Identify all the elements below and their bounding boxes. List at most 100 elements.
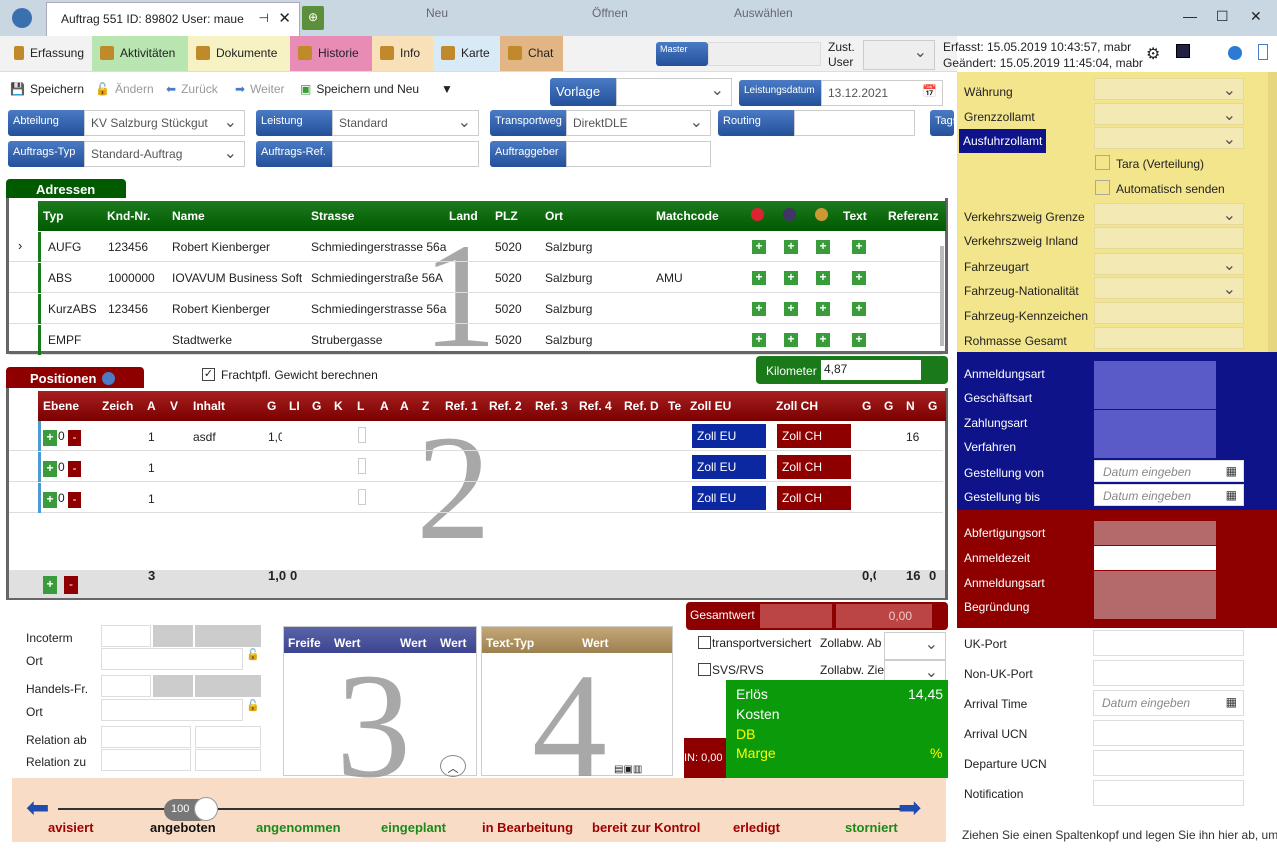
adressen-col-9[interactable]: Referenz (888, 209, 939, 223)
adressen-scrollbar[interactable] (940, 246, 944, 346)
status-step-1[interactable]: angeboten (150, 820, 216, 835)
zoll-eu-select[interactable]: Zoll EU (692, 486, 766, 510)
transportweg-select[interactable]: DirektDLE (566, 110, 711, 136)
adressen-col-3[interactable]: Strasse (311, 209, 354, 223)
add-sub-position-button[interactable]: + (43, 492, 57, 508)
positionen-col-8[interactable]: K (334, 399, 355, 413)
positionen-col-11[interactable]: A (400, 399, 420, 413)
tara-checkbox[interactable] (1095, 155, 1110, 170)
transportversichert-checkbox[interactable] (698, 636, 711, 649)
positionen-col-14[interactable]: Ref. 2 (489, 399, 533, 413)
status-step-4[interactable]: in Bearbeitung (482, 820, 573, 835)
positionen-col-24[interactable]: G (928, 399, 958, 413)
remove-row-button[interactable]: - (68, 492, 81, 508)
adressen-col-7[interactable]: Matchcode (656, 209, 719, 223)
status-step-5[interactable]: bereit zur Kontrol (592, 820, 700, 835)
adressen-col-8[interactable]: Text (843, 209, 867, 223)
status-step-7[interactable]: storniert (845, 820, 898, 835)
top-tab-oeffnen[interactable]: Öffnen (592, 6, 628, 20)
ort-field-1[interactable] (101, 648, 243, 670)
positionen-col-10[interactable]: A (380, 399, 398, 413)
add-detail-button[interactable]: + (852, 333, 866, 347)
add-sub-position-button[interactable]: + (43, 430, 57, 446)
add-detail-button[interactable]: + (784, 333, 798, 347)
kilometer-field[interactable]: 4,87 (821, 360, 921, 380)
add-detail-button[interactable]: + (852, 302, 866, 316)
auto-send-checkbox[interactable] (1095, 180, 1110, 195)
ort-lock-icon-2[interactable]: 🔓 (246, 699, 260, 712)
add-detail-button[interactable]: + (852, 240, 866, 254)
positionen-col-17[interactable]: Ref. D (624, 399, 666, 413)
save-new-button[interactable]: ▣ Speichern und Neu (300, 82, 419, 96)
adressen-col-0[interactable]: Typ (43, 209, 63, 223)
next-button[interactable]: ➡ Weiter (235, 82, 285, 96)
adressen-col-6[interactable]: Ort (545, 209, 563, 223)
add-detail-button[interactable]: + (752, 302, 766, 316)
gear-icon[interactable]: ⚙ (1146, 44, 1160, 64)
zoll-eu-select[interactable]: Zoll EU (692, 424, 766, 448)
nav-tab-6[interactable]: Chat (500, 36, 563, 71)
zollabw-ab-select[interactable] (884, 632, 946, 660)
right-date-field-4[interactable]: Datum eingeben ▦ (1094, 460, 1244, 482)
gesamtwert-currency[interactable] (760, 604, 832, 628)
tags-label[interactable]: Tags (930, 110, 958, 136)
texttyp-icons[interactable]: ▤▣▥ (614, 764, 642, 775)
positionen-col-20[interactable]: Zoll CH (776, 399, 860, 413)
positionen-col-1[interactable]: Zeich (102, 399, 145, 413)
window-close-icon[interactable]: ✕ (1250, 8, 1262, 25)
leistung-select[interactable]: Standard (332, 110, 479, 136)
right-blue-field-2[interactable] (1094, 410, 1216, 434)
routing-field[interactable] (794, 110, 915, 136)
positionen-col-5[interactable]: G (267, 399, 287, 413)
new-tab-button[interactable]: ⊕ (302, 6, 324, 30)
remove-row-button[interactable]: - (68, 430, 81, 446)
zust-user-select[interactable] (863, 40, 935, 70)
nav-tab-1[interactable]: Aktivitäten (92, 36, 188, 71)
right-yellow-field-3[interactable] (1094, 203, 1244, 225)
right-white-field-3[interactable] (1093, 720, 1244, 746)
auftragstyp-select[interactable]: Standard-Auftrag (84, 141, 245, 167)
positionen-col-3[interactable]: V (170, 399, 191, 413)
add-sub-position-button[interactable]: + (43, 461, 57, 477)
position-checkbox[interactable] (358, 458, 366, 474)
right-white-field-5[interactable] (1093, 780, 1244, 806)
nav-tab-0[interactable]: Erfassung (6, 36, 92, 71)
incoterm-field-1[interactable] (101, 625, 151, 647)
positionen-col-4[interactable]: Inhalt (193, 399, 265, 413)
add-detail-button[interactable]: + (784, 302, 798, 316)
positionen-col-12[interactable]: Z (422, 399, 443, 413)
right-red-field-2[interactable] (1094, 571, 1216, 595)
ort-field-2[interactable] (101, 699, 243, 721)
positionen-col-19[interactable]: Zoll EU (690, 399, 774, 413)
right-blue-field-1[interactable] (1094, 385, 1216, 409)
right-yellow-field-5[interactable] (1094, 253, 1244, 275)
scroll-up-button[interactable]: ︿ (440, 755, 466, 777)
relation-zu-field-1[interactable] (101, 749, 191, 771)
table-row[interactable] (9, 325, 943, 355)
right-blue-field-3[interactable] (1094, 434, 1216, 458)
right-yellow-field-8[interactable] (1094, 327, 1244, 349)
zoll-ch-select[interactable]: Zoll CH (777, 486, 851, 510)
calendar-icon[interactable]: 📅 (922, 84, 937, 98)
edit-icon[interactable] (1176, 44, 1190, 58)
relation-zu-field-2[interactable] (195, 749, 261, 771)
incoterm-field-2[interactable] (153, 625, 193, 647)
vorlage-select[interactable] (616, 78, 732, 106)
positionen-col-16[interactable]: Ref. 4 (579, 399, 622, 413)
status-next-icon[interactable]: ➡ (898, 794, 921, 822)
remove-position-button[interactable]: - (64, 576, 78, 594)
handels-field-2[interactable] (153, 675, 193, 697)
status-step-3[interactable]: eingeplant (381, 820, 446, 835)
add-detail-button[interactable]: + (784, 240, 798, 254)
right-red-field-0[interactable] (1094, 521, 1216, 545)
positionen-col-2[interactable]: A (147, 399, 168, 413)
add-detail-button[interactable]: + (752, 271, 766, 285)
minimize-icon[interactable]: — (1183, 8, 1197, 24)
nav-tab-5[interactable]: Karte (433, 36, 500, 71)
save-button[interactable]: 💾 Speichern (10, 82, 84, 96)
positionen-tab[interactable]: Positionen (6, 367, 144, 389)
auftragsref-field[interactable] (332, 141, 479, 167)
pin-icon[interactable]: ⊣ (259, 11, 269, 25)
calendar-grid-icon[interactable]: ▦ (1226, 695, 1237, 709)
calendar-grid-icon[interactable]: ▦ (1226, 464, 1237, 478)
